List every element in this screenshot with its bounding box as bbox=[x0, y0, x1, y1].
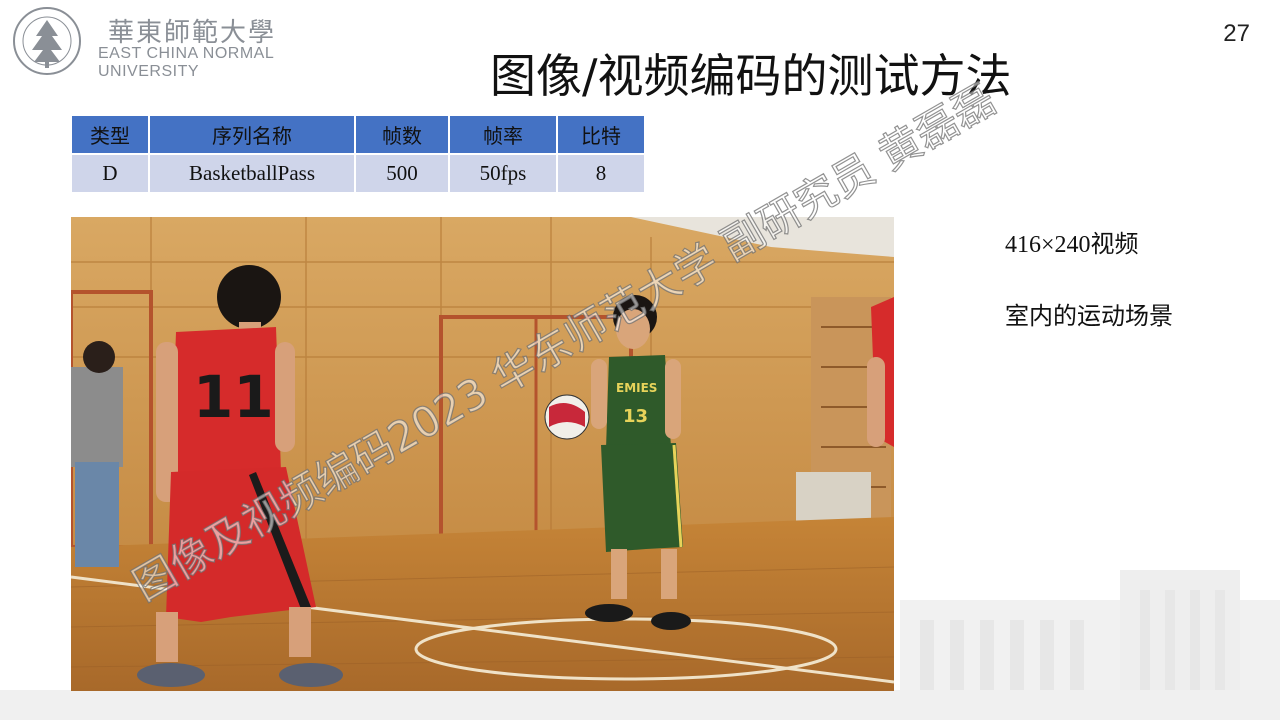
table-header-row: 类型 序列名称 帧数 帧率 比特 bbox=[70, 114, 646, 155]
svg-text:13: 13 bbox=[623, 406, 648, 427]
page-number: 27 bbox=[1223, 20, 1250, 47]
cell-frame-rate: 50fps bbox=[448, 153, 558, 194]
university-seal-icon bbox=[13, 7, 81, 75]
basketball-scene-illustration: 11 EMIES 13 bbox=[71, 217, 894, 691]
basketball-scene-image: 11 EMIES 13 bbox=[71, 217, 894, 691]
table-row: D BasketballPass 500 50fps 8 bbox=[70, 153, 646, 194]
logo-english-line1: EAST CHINA NORMAL bbox=[98, 45, 275, 62]
logo-english-line2: UNIVERSITY bbox=[98, 63, 200, 80]
logo-chinese-name: 華東師範大學 bbox=[108, 18, 277, 48]
header-frame-rate: 帧率 bbox=[448, 114, 558, 155]
svg-text:EMIES: EMIES bbox=[616, 381, 657, 395]
university-logo: 華東師範大學 EAST CHINA NORMAL UNIVERSITY bbox=[12, 6, 312, 80]
scene-description: 室内的运动场景 bbox=[1005, 302, 1173, 330]
cell-frame-count: 500 bbox=[354, 153, 450, 194]
cell-type: D bbox=[70, 153, 150, 194]
slide-title: 图像/视频编码的测试方法 bbox=[490, 49, 1012, 103]
header-bit-depth: 比特 bbox=[556, 114, 646, 155]
header-frame-count: 帧数 bbox=[354, 114, 450, 155]
cell-sequence-name: BasketballPass bbox=[148, 153, 356, 194]
resolution-note: 416×240视频 bbox=[1005, 232, 1139, 258]
header-type: 类型 bbox=[70, 114, 150, 155]
cell-bit-depth: 8 bbox=[556, 153, 646, 194]
svg-text:11: 11 bbox=[193, 363, 274, 431]
header-sequence-name: 序列名称 bbox=[148, 114, 356, 155]
sequence-info-table: 类型 序列名称 帧数 帧率 比特 D BasketballPass 500 50… bbox=[70, 114, 646, 194]
